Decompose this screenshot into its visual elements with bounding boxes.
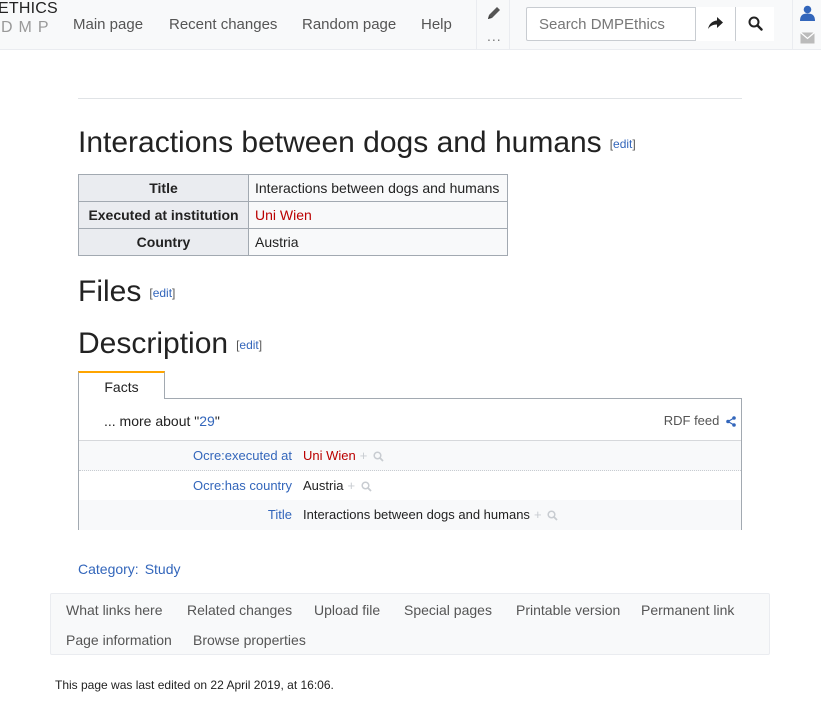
page-title-text: Interactions between dogs and humans: [78, 126, 602, 159]
fact-row: Ocre:has country Austria +: [79, 471, 741, 501]
fact-value: Interactions between dogs and humans +: [303, 507, 558, 522]
nav-help[interactable]: Help: [421, 16, 452, 33]
nav-recent-changes[interactable]: Recent changes: [169, 16, 277, 33]
fact-value: Austria +: [303, 478, 372, 493]
logo-line-2: DMP: [1, 19, 55, 36]
more-about-prefix: ... more about ": [104, 413, 200, 429]
go-button[interactable]: [695, 7, 735, 41]
files-heading: Files [edit]: [78, 275, 175, 309]
fact-value-text: Austria: [303, 478, 344, 493]
infobox-label: Executed at institution: [78, 201, 249, 229]
subject-link[interactable]: 29: [199, 413, 215, 429]
content-divider: [78, 98, 742, 99]
category-label[interactable]: Category:: [78, 561, 139, 577]
plus-icon[interactable]: +: [360, 448, 368, 463]
magnifier-icon: [748, 16, 763, 31]
magnifier-icon[interactable]: [361, 481, 372, 492]
infobox-value: Uni Wien: [248, 201, 508, 229]
fact-value-text: Interactions between dogs and humans: [303, 507, 530, 522]
infobox-label: Country: [78, 228, 249, 256]
more-actions-button[interactable]: ...: [487, 28, 502, 44]
nav-main-page[interactable]: Main page: [73, 16, 143, 33]
tool-special-pages[interactable]: Special pages: [404, 602, 492, 618]
infobox-row: Country Austria: [78, 228, 508, 256]
institution-link[interactable]: Uni Wien: [255, 207, 312, 223]
title-edit-link[interactable]: [edit]: [610, 137, 636, 151]
category-study-link[interactable]: Study: [145, 561, 181, 577]
infobox-label: Title: [78, 174, 249, 202]
fact-row: Title Interactions between dogs and huma…: [79, 500, 741, 530]
fact-value-link[interactable]: Uni Wien: [303, 448, 356, 463]
files-heading-text: Files: [78, 275, 142, 308]
user-tools: [792, 0, 821, 50]
search-button[interactable]: [735, 7, 774, 41]
infobox-value: Austria: [248, 228, 508, 256]
search-box: [526, 7, 774, 41]
category-links: Category: Study: [78, 561, 181, 577]
fact-property[interactable]: Ocre:has country: [193, 478, 292, 493]
fact-property[interactable]: Ocre:executed at: [193, 448, 292, 463]
magnifier-icon[interactable]: [373, 451, 384, 462]
rdf-feed-link[interactable]: RDF feed: [664, 413, 736, 428]
fact-property[interactable]: Title: [268, 507, 292, 522]
more-about: ... more about "29": [104, 413, 220, 429]
more-about-suffix: ": [214, 413, 220, 429]
description-edit-link[interactable]: [edit]: [236, 338, 262, 352]
site-logo[interactable]: ETHICS DMP: [0, 0, 58, 50]
plus-icon[interactable]: +: [347, 478, 355, 493]
tool-browse-properties[interactable]: Browse properties: [193, 632, 306, 648]
tab-facts[interactable]: Facts: [78, 371, 165, 399]
tool-permanent-link[interactable]: Permanent link: [641, 602, 734, 618]
tool-printable-version[interactable]: Printable version: [516, 602, 620, 618]
nav-random-page[interactable]: Random page: [302, 16, 396, 33]
share-arrow-icon: [708, 17, 723, 29]
tool-upload-file[interactable]: Upload file: [314, 602, 380, 618]
last-modified: This page was last edited on 22 April 20…: [55, 678, 334, 692]
fact-row: Ocre:executed at Uni Wien +: [79, 441, 741, 471]
files-edit-link[interactable]: [edit]: [149, 286, 175, 300]
tool-page-information[interactable]: Page information: [66, 632, 172, 648]
description-heading-text: Description: [78, 327, 229, 360]
description-heading: Description [edit]: [78, 327, 262, 361]
infobox-row: Title Interactions between dogs and huma…: [78, 174, 508, 202]
page-actions: ...: [476, 0, 510, 50]
search-input[interactable]: [527, 8, 695, 40]
description-edit-label[interactable]: edit: [239, 338, 258, 352]
page-title: Interactions between dogs and humans [edi…: [78, 126, 636, 160]
share-icon: [726, 416, 736, 427]
infobox-row: Executed at institution Uni Wien: [78, 201, 508, 229]
fact-value: Uni Wien +: [303, 448, 384, 463]
pencil-icon[interactable]: [486, 5, 502, 21]
study-infobox: Title Interactions between dogs and huma…: [78, 174, 508, 256]
magnifier-icon[interactable]: [547, 510, 558, 521]
envelope-icon[interactable]: [800, 31, 815, 47]
factbox-header: ... more about "29" RDF feed: [79, 399, 741, 441]
tool-related-changes[interactable]: Related changes: [187, 602, 292, 618]
tool-what-links-here[interactable]: What links here: [66, 602, 162, 618]
files-edit-label[interactable]: edit: [153, 286, 172, 300]
plus-icon[interactable]: +: [534, 507, 542, 522]
tools-box: What links here Related changes Upload f…: [50, 593, 770, 655]
rdf-feed-label: RDF feed: [663, 413, 720, 428]
title-edit-label[interactable]: edit: [613, 137, 632, 151]
top-navbar: ETHICS DMP Main page Recent changes Rand…: [0, 0, 821, 50]
infobox-value: Interactions between dogs and humans: [248, 174, 508, 202]
logo-line-1: ETHICS: [0, 0, 58, 17]
user-icon[interactable]: [800, 5, 815, 24]
factbox: ... more about "29" RDF feed Ocre:execut…: [78, 398, 742, 530]
